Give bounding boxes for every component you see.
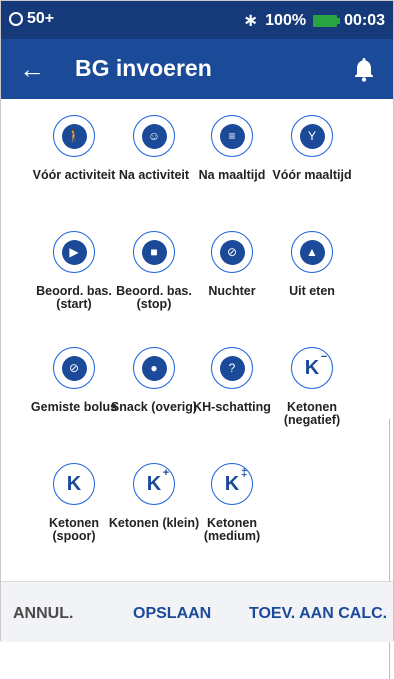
page-title: BG invoeren (75, 55, 212, 81)
no-food-icon: ⊘ (219, 239, 245, 265)
stop-icon: ■ (141, 239, 167, 265)
save-button[interactable]: OPSLAAN (133, 606, 211, 622)
tag-button[interactable]: ▶ (53, 231, 95, 273)
tag-label: Ketonen (medium) (203, 516, 261, 543)
cancel-button[interactable]: ANNUL. (13, 606, 73, 622)
notification-count: 50+ (9, 10, 54, 28)
tag-button[interactable]: ⊘ (211, 231, 253, 273)
ketone-level-mark: ‡ (241, 466, 248, 479)
tag-label: Ketonen (negatief) (283, 400, 341, 427)
tag-item[interactable]: K − Ketonen (negatief) (264, 347, 360, 427)
tag-button[interactable]: ■ (133, 231, 175, 273)
tag-button[interactable]: K ‡ (211, 463, 253, 505)
tag-button[interactable]: K + (133, 463, 175, 505)
dish-icon: ≡ (219, 123, 245, 149)
tag-button[interactable]: ≡ (211, 115, 253, 157)
battery-icon (313, 14, 341, 27)
tag-item[interactable]: Y Vóór maaltijd (264, 115, 360, 182)
apple-icon: ● (141, 355, 167, 381)
ketone-level-mark: − (320, 350, 328, 363)
ketone-level-mark: + (162, 466, 170, 479)
status-bar: 50+ ∗ 100% 00:03 (1, 1, 393, 39)
tag-button[interactable]: K − (291, 347, 333, 389)
bottom-action-bar: ANNUL. OPSLAAN TOEV. AAN CALC. (1, 581, 393, 642)
tag-label: Vóór maaltijd (272, 168, 352, 182)
ketones-negative-icon: K − (304, 350, 328, 379)
smiling-face-icon: ☺ (141, 123, 167, 149)
notification-icon (9, 12, 23, 26)
toast-icon: ? (219, 355, 245, 381)
back-arrow-icon[interactable]: ← (19, 56, 45, 82)
add-to-calculator-button[interactable]: TOEV. AAN CALC. (249, 606, 387, 622)
tag-button[interactable]: K (53, 463, 95, 505)
ketones-trace-icon: K (66, 472, 82, 495)
tag-label: Uit eten (289, 284, 335, 298)
clock: 00:03 (344, 11, 385, 29)
play-icon: ▶ (61, 239, 87, 265)
missed-bolus-icon: ⊘ (61, 355, 87, 381)
tag-button[interactable]: Y (291, 115, 333, 157)
cloche-icon: ▲ (299, 239, 325, 265)
tag-button[interactable]: ? (211, 347, 253, 389)
battery-percent: 100% (265, 11, 307, 29)
tag-button[interactable]: ⊘ (53, 347, 95, 389)
walking-person-icon: 🚶 (61, 123, 87, 149)
ketones-small-icon: K + (146, 466, 170, 495)
tag-button[interactable]: 🚶 (53, 115, 95, 157)
tag-button[interactable]: ● (133, 347, 175, 389)
tag-item[interactable]: K ‡ Ketonen (medium) (184, 463, 280, 543)
fork-knife-icon: Y (299, 123, 325, 149)
ketones-medium-icon: K ‡ (224, 466, 248, 495)
tag-button[interactable]: ☺ (133, 115, 175, 157)
tag-list: 🚶 Vóór activiteit ☺ Na activiteit ≡ Na maalti… (1, 99, 393, 679)
bell-icon[interactable] (352, 56, 376, 82)
app-bar: ← BG invoeren (1, 39, 393, 99)
tag-item[interactable]: ▲ Uit eten (264, 231, 360, 298)
status-right: ∗ 100% 00:03 (243, 10, 385, 31)
tag-button[interactable]: ▲ (291, 231, 333, 273)
bluetooth-icon: ∗ (243, 10, 259, 30)
notification-count-text: 50+ (27, 10, 55, 27)
